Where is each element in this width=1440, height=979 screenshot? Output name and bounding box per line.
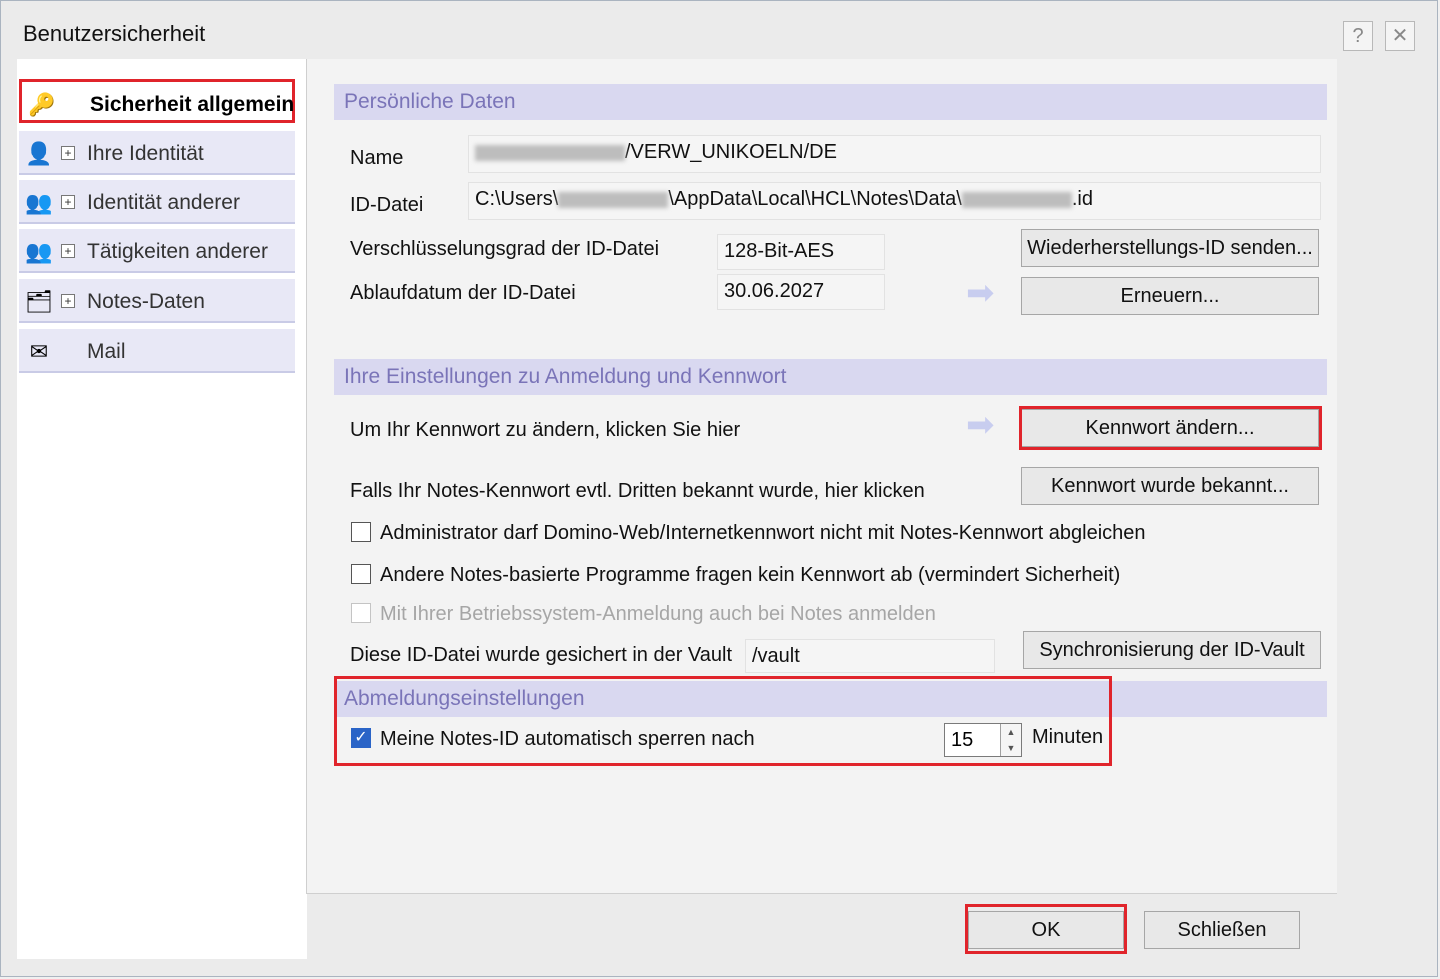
id-path-suffix: .id [1071, 188, 1093, 210]
encryption-label: Verschlüsselungsgrad der ID-Datei [350, 238, 660, 260]
redacted-filename [961, 191, 1072, 208]
user-badge-icon: 👤 [25, 141, 53, 166]
name-label: Name [350, 147, 404, 169]
arrow-right-icon: ➡ [966, 274, 995, 312]
ok-button[interactable]: OK [968, 911, 1124, 949]
vault-label: Diese ID-Datei wurde gesichert in der Va… [350, 644, 733, 666]
expiry-value: 30.06.2027 [717, 274, 885, 310]
chevron-down-icon[interactable]: ▼ [1000, 740, 1021, 756]
close-window-button[interactable]: ✕ [1385, 21, 1415, 51]
sidebar-item-mail[interactable]: ✉ Mail [19, 329, 295, 373]
title-bar: Benutzersicherheit ? ✕ [1, 1, 1437, 59]
change-password-text: Um Ihr Kennwort zu ändern, klicken Sie h… [350, 419, 741, 441]
minutes-value: 15 [951, 729, 974, 751]
name-value: /VERW_UNIKOELN/DE [625, 141, 837, 163]
sidebar-item-taetigkeiten-anderer[interactable]: 👥 + Tätigkeiten anderer [19, 229, 295, 273]
password-known-text: Falls Ihr Notes-Kennwort evtl. Dritten b… [350, 480, 925, 502]
expand-icon[interactable]: + [61, 294, 75, 308]
group-activity-icon: 👥 [25, 239, 53, 264]
os-login-checkbox [351, 603, 371, 623]
section-logout-settings: Abmeldungseinstellungen [334, 681, 1327, 717]
os-login-label: Mit Ihrer Betriebssystem-Anmeldung auch … [380, 603, 936, 625]
change-password-button[interactable]: Kennwort ändern... [1021, 409, 1319, 447]
encryption-value: 128-Bit-AES [717, 234, 885, 270]
expiry-label: Ablaufdatum der ID-Datei [350, 282, 576, 304]
window-title: Benutzersicherheit [23, 21, 206, 46]
sidebar-item-label: Ihre Identität [87, 142, 204, 165]
section-personal-data: Persönliche Daten [334, 84, 1327, 120]
expand-icon[interactable]: + [61, 146, 75, 160]
sidebar-nav: 🔑 Sicherheit allgemein 👤 + Ihre Identitä… [17, 59, 307, 959]
auto-lock-label: Meine Notes-ID automatisch sperren nach [380, 728, 755, 750]
id-file-field: C:\Users\ \AppData\Local\HCL\Notes\Data\.… [468, 182, 1321, 220]
key-icon: 🔑 [28, 92, 56, 117]
password-known-button[interactable]: Kennwort wurde bekannt... [1021, 467, 1319, 505]
help-button[interactable]: ? [1343, 21, 1373, 51]
close-button[interactable]: Schließen [1144, 911, 1300, 949]
sidebar-item-label: Notes-Daten [87, 290, 205, 313]
users-icon: 👥 [25, 190, 53, 215]
minutes-stepper[interactable]: 15 ▲ ▼ [944, 723, 1022, 757]
sidebar-item-label: Mail [87, 340, 126, 363]
arrow-right-icon: ➡ [966, 406, 995, 444]
send-recovery-id-button[interactable]: Wiederherstellungs-ID senden... [1021, 229, 1319, 267]
no-password-prompt-checkbox[interactable] [351, 564, 371, 584]
expand-icon[interactable]: + [61, 195, 75, 209]
section-title: Persönliche Daten [344, 90, 516, 113]
id-path-middle: \AppData\Local\HCL\Notes\Data\ [668, 188, 962, 210]
section-title: Ihre Einstellungen zu Anmeldung und Kenn… [344, 365, 787, 388]
sidebar-item-label: Sicherheit allgemein [90, 93, 295, 116]
admin-sync-checkbox[interactable] [351, 522, 371, 542]
section-login-password: Ihre Einstellungen zu Anmeldung und Kenn… [334, 359, 1327, 395]
expand-icon[interactable]: + [61, 244, 75, 258]
vault-value: /vault [745, 639, 995, 673]
id-file-label: ID-Datei [350, 194, 424, 216]
redacted-name [475, 144, 625, 161]
section-title: Abmeldungseinstellungen [344, 687, 585, 710]
no-password-prompt-label: Andere Notes-basierte Programme fragen k… [380, 564, 1121, 586]
minutes-unit: Minuten [1032, 726, 1104, 748]
sidebar-item-label: Identität anderer [87, 191, 240, 214]
sidebar-item-ihre-identitaet[interactable]: 👤 + Ihre Identität [19, 131, 295, 175]
sidebar-item-sicherheit-allgemein[interactable]: 🔑 Sicherheit allgemein [19, 79, 295, 123]
user-security-dialog: Benutzersicherheit ? ✕ 🔑 Sicherheit allg… [0, 0, 1438, 977]
chevron-up-icon[interactable]: ▲ [1000, 724, 1021, 741]
sidebar-item-label: Tätigkeiten anderer [87, 240, 268, 263]
sidebar-item-notes-daten[interactable]: 🗂 + Notes-Daten [19, 279, 295, 323]
name-field: /VERW_UNIKOELN/DE [468, 135, 1321, 173]
admin-sync-label: Administrator darf Domino-Web/Internetke… [380, 522, 1146, 544]
id-path-prefix: C:\Users\ [475, 188, 559, 210]
mail-icon: ✉ [29, 339, 49, 364]
renew-button[interactable]: Erneuern... [1021, 277, 1319, 315]
sidebar-item-identitaet-anderer[interactable]: 👥 + Identität anderer [19, 180, 295, 224]
sync-id-vault-button[interactable]: Synchronisierung der ID-Vault [1023, 631, 1321, 669]
auto-lock-checkbox[interactable]: ✓ [351, 728, 371, 748]
redacted-username [558, 191, 669, 208]
database-stack-icon: 🗂 [25, 289, 53, 314]
